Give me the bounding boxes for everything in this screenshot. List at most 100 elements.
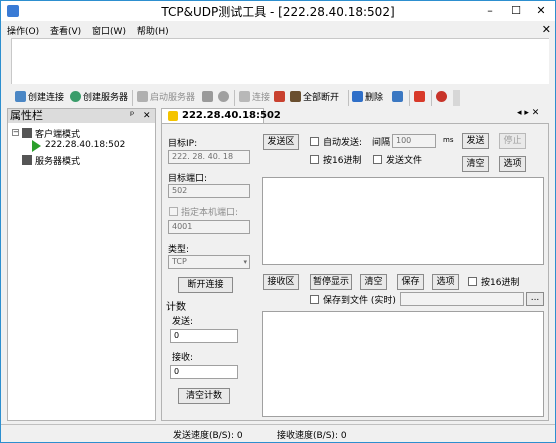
disconnect-icon-button[interactable] [274, 90, 287, 106]
interval-field[interactable]: 100 [392, 134, 436, 148]
type-select[interactable]: TCP ▾ [168, 255, 250, 269]
connect-button[interactable]: 连接 [239, 90, 270, 106]
send-file-label: 发送文件 [386, 156, 423, 166]
start-server-button[interactable]: 启动服务器 [137, 90, 195, 106]
menu-window[interactable]: 窗口(W) [92, 27, 126, 37]
auto-send-checkbox[interactable] [310, 137, 319, 146]
toolbar-separator [409, 90, 410, 106]
save-button[interactable]: 保存 [397, 274, 424, 290]
network-icon [392, 91, 403, 102]
recv-area-button[interactable]: 接收区 [263, 274, 299, 290]
type-select-value: TCP [172, 257, 187, 266]
specify-local-port-checkbox[interactable] [169, 207, 178, 216]
collapse-icon[interactable]: − [12, 129, 19, 136]
create-server-button[interactable]: 创建服务器 [70, 90, 128, 106]
status-bar: 发送速度(B/S): 0 接收速度(B/S): 0 [1, 424, 555, 442]
server-settings-icon [202, 91, 213, 102]
command-area [11, 38, 549, 84]
client-mode-icon [22, 128, 32, 138]
client-entry-label: 222.28.40.18:502 [45, 140, 126, 150]
connect-icon [239, 91, 250, 102]
local-port-label: 指定本机端口: [181, 208, 239, 218]
network-button[interactable] [392, 90, 405, 106]
tab-nav-controls[interactable]: ◂ ▸ ✕ [517, 108, 539, 118]
property-panel: 属性栏 ᵖ ✕ − 客户端模式 222.28.40.18:502 服务器模式 [7, 108, 156, 421]
chevron-down-icon: ▾ [243, 258, 247, 266]
menu-view[interactable]: 查看(V) [50, 27, 81, 37]
globe-icon [70, 91, 81, 102]
maximize-button[interactable]: ☐ [503, 1, 529, 21]
recv-speed: 接收速度(B/S): 0 [277, 431, 347, 441]
delete-button[interactable]: 删除 [352, 90, 383, 106]
menu-bar: 操作(O) 查看(V) 窗口(W) 帮助(H) [7, 24, 177, 38]
disconnect-all-icon [290, 91, 301, 102]
recv-hex-label: 按16进制 [481, 278, 520, 288]
send-hex-label: 按16进制 [323, 156, 362, 166]
browse-button[interactable]: ... [526, 292, 544, 306]
record-icon [414, 91, 425, 102]
pin-icon[interactable]: ᵖ [130, 109, 134, 123]
toolbar-overflow[interactable] [453, 90, 460, 106]
tab-connection-label: 222.28.40.18:502 [182, 110, 281, 121]
target-port-field[interactable]: 502 [168, 184, 250, 198]
clear-count-button[interactable]: 清空计数 [178, 388, 230, 404]
tab-connection[interactable]: 222.28.40.18:502 [161, 108, 281, 124]
menu-help[interactable]: 帮助(H) [137, 27, 169, 37]
property-panel-title: 属性栏 [10, 109, 43, 122]
toolbar-separator [431, 90, 432, 106]
send-file-checkbox[interactable] [373, 155, 382, 164]
tab-bar: 222.28.40.18:502 ◂ ▸ ✕ [161, 108, 551, 124]
refresh-icon [218, 91, 229, 102]
record-button[interactable] [414, 90, 427, 106]
save-to-file-checkbox[interactable] [310, 295, 319, 304]
recv-options-button[interactable]: 选项 [432, 274, 459, 290]
menu-operate[interactable]: 操作(O) [7, 27, 39, 37]
target-port-label: 目标端口: [168, 174, 208, 184]
app-window: TCP&UDP测试工具 - [222.28.40.18:502] – ☐ ✕ 操… [0, 0, 556, 443]
about-icon [436, 91, 447, 102]
delete-icon [352, 91, 363, 102]
send-clear-button[interactable]: 清空 [462, 156, 489, 172]
send-textarea[interactable] [262, 177, 544, 265]
send-options-button[interactable]: 选项 [499, 156, 526, 172]
minimize-button[interactable]: – [477, 1, 503, 21]
window-title: TCP&UDP测试工具 - [222.28.40.18:502] [161, 5, 395, 19]
send-area-button[interactable]: 发送区 [263, 134, 299, 150]
recv-clear-button[interactable]: 清空 [360, 274, 387, 290]
disconnect-all-button[interactable]: 全部断开 [290, 90, 339, 106]
server-mode-icon [22, 155, 32, 165]
connection-view: 目标IP: 222. 28. 40. 18 目标端口: 502 指定本机端口: … [161, 123, 549, 421]
counter-title: 计数 [166, 302, 186, 313]
target-ip-label: 目标IP: [168, 139, 198, 149]
type-label: 类型: [168, 245, 190, 255]
recv-count-field[interactable]: 0 [170, 365, 238, 379]
about-button[interactable] [436, 90, 449, 106]
local-port-field[interactable]: 4001 [168, 220, 250, 234]
create-connection-button[interactable]: 创建连接 [15, 90, 64, 106]
pause-display-button[interactable]: 暂停显示 [310, 274, 352, 290]
recv-textarea[interactable] [262, 311, 544, 417]
target-ip-field[interactable]: 222. 28. 40. 18 [168, 150, 250, 164]
close-button[interactable]: ✕ [528, 1, 554, 21]
refresh-button[interactable] [218, 90, 231, 106]
disconnect-button[interactable]: 断开连接 [178, 277, 233, 293]
save-path-field[interactable] [400, 292, 524, 306]
server-settings-button[interactable] [202, 90, 215, 106]
send-count-label: 发送: [172, 317, 194, 327]
warning-icon [168, 111, 178, 121]
server-mode-label: 服务器模式 [35, 157, 81, 167]
send-count-field[interactable]: 0 [170, 329, 238, 343]
panel-close-icon[interactable]: ✕ [143, 109, 151, 123]
title-bar: TCP&UDP测试工具 - [222.28.40.18:502] – ☐ ✕ [1, 1, 555, 21]
play-arrow-icon [32, 140, 41, 152]
property-panel-header: 属性栏 ᵖ ✕ [8, 109, 155, 123]
create-connection-icon [15, 91, 26, 102]
stop-button[interactable]: 停止 [499, 133, 526, 149]
mdi-close-icon[interactable]: ✕ [542, 23, 551, 36]
recv-count-label: 接收: [172, 353, 194, 363]
send-button[interactable]: 发送 [462, 133, 489, 149]
recv-hex-checkbox[interactable] [468, 277, 477, 286]
send-hex-checkbox[interactable] [310, 155, 319, 164]
toolbar-separator [234, 90, 235, 106]
auto-send-label: 自动发送: [323, 138, 363, 148]
